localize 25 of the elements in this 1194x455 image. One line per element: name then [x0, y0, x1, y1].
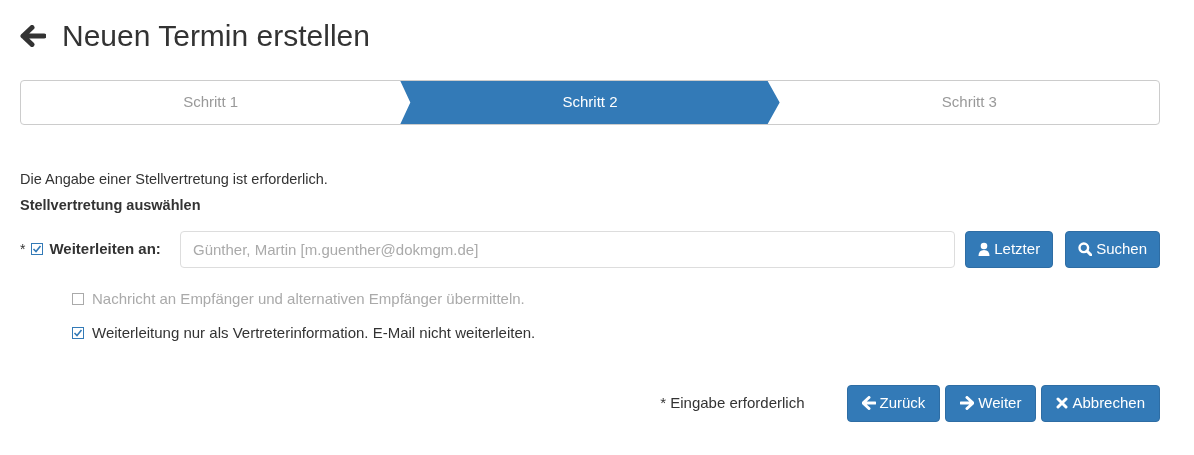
- arrow-left-icon: [861, 396, 876, 410]
- info-text: Die Angabe einer Stellvertretung ist erforderlich.: [20, 170, 329, 189]
- back-arrow-icon[interactable]: [20, 25, 46, 47]
- option-label: Nachricht an Empfänger und alternativen Empfänger übermitteln.: [92, 288, 525, 309]
- arrow-right-icon: [960, 396, 975, 410]
- button[interactable]: Zurück: [846, 384, 941, 422]
- step-tab[interactable]: Schritt 3: [779, 81, 1159, 124]
- required-note: * Eingabe erforderlich: [660, 392, 805, 413]
- step-tab[interactable]: Schritt 1: [21, 81, 401, 124]
- close-icon: [1056, 397, 1069, 409]
- option-label: Weiterleitung nur als Vertreterinformation. E-Mail nicht weiterleiten.: [92, 323, 536, 343]
- button[interactable]: Abbrechen: [1041, 384, 1160, 422]
- checkbox[interactable]: [72, 327, 84, 340]
- checkbox[interactable]: [31, 243, 44, 255]
- button[interactable]: Letzter: [965, 230, 1054, 268]
- search-icon: [1078, 242, 1093, 256]
- recipient-input-field[interactable]: Günther, Martin [m.guenther@dokmgm.de]: [180, 230, 956, 268]
- button[interactable]: Weiter: [945, 384, 1037, 422]
- user-icon: [978, 242, 991, 256]
- required-asterisk: *: [20, 239, 26, 259]
- button[interactable]: Suchen: [1065, 230, 1160, 268]
- step-tab[interactable]: Schritt 2: [400, 81, 780, 124]
- field-label: Weiterleiten an:: [49, 238, 161, 259]
- section-heading: Stellvertretung auswählen: [20, 195, 202, 215]
- page-title: Neuen Termin erstellen: [62, 18, 370, 54]
